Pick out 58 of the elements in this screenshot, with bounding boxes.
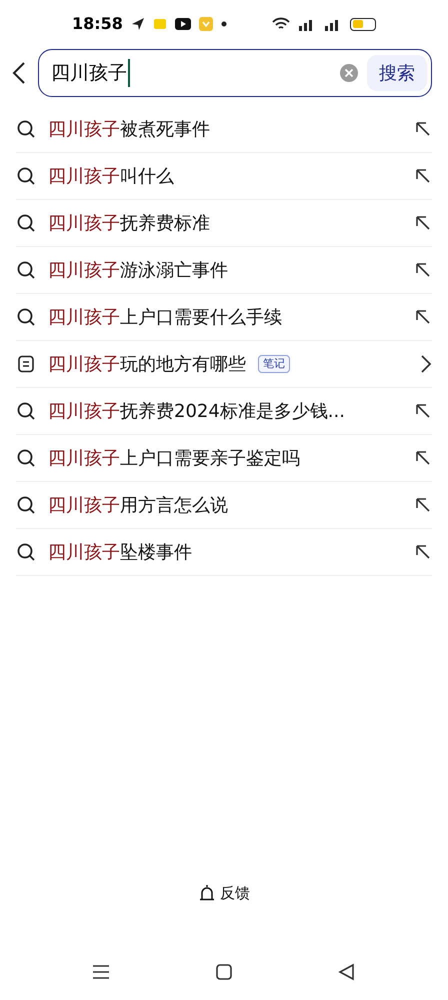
dot-icon bbox=[220, 21, 227, 27]
suggestion-item[interactable]: 四川孩子玩的地方有哪些 笔记 bbox=[16, 341, 432, 388]
app-icon bbox=[152, 17, 167, 31]
suggestion-text: 四川孩子抚养费2024标准是多少钱... bbox=[48, 400, 345, 424]
suggestion-item[interactable]: 四川孩子被煮死事件 bbox=[16, 106, 432, 153]
fill-arrow-icon[interactable] bbox=[414, 496, 432, 514]
suggestion-item[interactable]: 四川孩子抚养费标准 bbox=[16, 200, 432, 247]
search-icon bbox=[16, 260, 36, 280]
suggestion-item[interactable]: 四川孩子上户口需要什么手续 bbox=[16, 294, 432, 341]
back-icon[interactable] bbox=[12, 61, 26, 85]
fill-arrow-icon[interactable] bbox=[414, 543, 432, 561]
suggestion-item[interactable]: 四川孩子坠楼事件 bbox=[16, 529, 432, 576]
home-icon[interactable] bbox=[214, 963, 233, 981]
fill-arrow-icon[interactable] bbox=[414, 120, 432, 138]
back-triangle-icon[interactable] bbox=[338, 963, 356, 981]
search-button[interactable]: 搜索 bbox=[367, 55, 427, 91]
send-icon bbox=[130, 17, 145, 31]
suggestion-text: 四川孩子上户口需要亲子鉴定吗 bbox=[48, 446, 300, 470]
suggestion-text: 四川孩子上户口需要什么手续 bbox=[48, 306, 282, 330]
feedback-button[interactable]: 反馈 bbox=[198, 882, 250, 904]
suggestion-text: 四川孩子叫什么 bbox=[48, 164, 174, 188]
document-icon bbox=[16, 354, 36, 374]
suggestion-item[interactable]: 四川孩子用方言怎么说 bbox=[16, 482, 432, 529]
search-icon bbox=[16, 401, 36, 421]
suggestion-text: 四川孩子用方言怎么说 bbox=[48, 494, 228, 518]
search-icon bbox=[16, 119, 36, 139]
suggestion-text: 四川孩子坠楼事件 bbox=[48, 540, 192, 564]
suggestion-item[interactable]: 四川孩子抚养费2024标准是多少钱... bbox=[16, 388, 432, 435]
search-icon bbox=[16, 542, 36, 562]
play-icon bbox=[174, 18, 191, 30]
search-value: 四川孩子 bbox=[51, 58, 130, 88]
search-icon bbox=[16, 448, 36, 468]
suggestion-text: 四川孩子被煮死事件 bbox=[48, 118, 210, 142]
fill-arrow-icon[interactable] bbox=[414, 261, 432, 279]
fill-arrow-icon[interactable] bbox=[414, 308, 432, 326]
fill-arrow-icon[interactable] bbox=[414, 167, 432, 185]
fill-arrow-icon[interactable] bbox=[414, 402, 432, 420]
search-icon bbox=[16, 213, 36, 233]
clear-icon[interactable] bbox=[339, 63, 359, 83]
search-icon bbox=[16, 495, 36, 515]
alarm-icon bbox=[198, 884, 216, 902]
search-icon bbox=[16, 307, 36, 327]
fill-arrow-icon[interactable] bbox=[414, 449, 432, 467]
note-tag: 笔记 bbox=[258, 355, 290, 373]
search-field[interactable]: 四川孩子 搜索 bbox=[38, 49, 432, 97]
suggestion-item[interactable]: 四川孩子游泳溺亡事件 bbox=[16, 247, 432, 294]
battery-icon bbox=[350, 18, 376, 30]
suggestion-item[interactable]: 四川孩子叫什么 bbox=[16, 153, 432, 200]
fill-arrow-icon[interactable] bbox=[414, 214, 432, 232]
suggestion-text: 四川孩子玩的地方有哪些 bbox=[48, 352, 246, 376]
suggestion-text: 四川孩子游泳溺亡事件 bbox=[48, 258, 228, 282]
suggestion-text: 四川孩子抚养费标准 bbox=[48, 212, 210, 236]
suggestion-item[interactable]: 四川孩子上户口需要亲子鉴定吗 bbox=[16, 435, 432, 482]
chevron-right-icon bbox=[420, 354, 432, 374]
status-time: 18:58 bbox=[72, 13, 123, 35]
search-icon bbox=[16, 166, 36, 186]
menu-icon[interactable] bbox=[92, 964, 110, 980]
wifi-icon bbox=[272, 17, 290, 31]
